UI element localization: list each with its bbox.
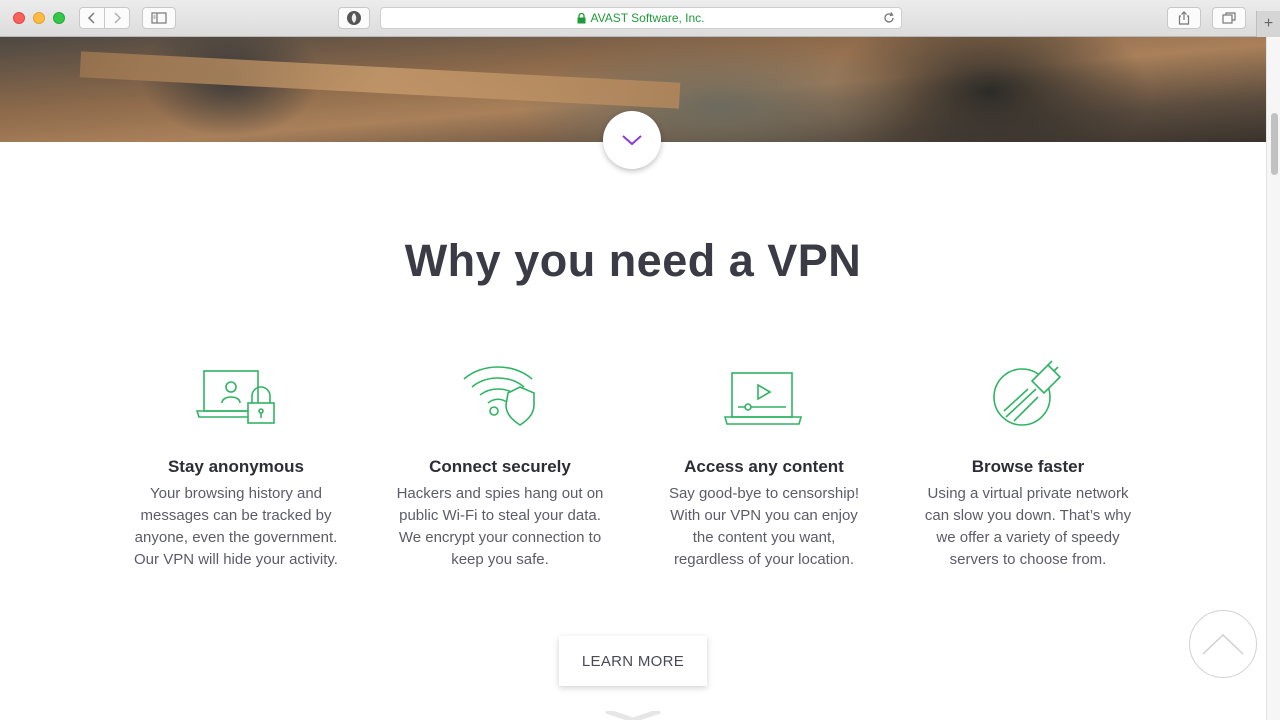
wifi-shield-icon bbox=[463, 366, 535, 426]
avast-extension-icon bbox=[347, 11, 361, 25]
lock-icon bbox=[577, 12, 586, 23]
scroll-down-button[interactable] bbox=[603, 111, 661, 169]
feature-access-any-content: Access any content Say good-bye to censo… bbox=[659, 357, 869, 571]
chevron-up-icon bbox=[1202, 633, 1244, 655]
feature-heading: Stay anonymous bbox=[167, 457, 305, 476]
back-button[interactable] bbox=[79, 7, 105, 29]
url-text: AVAST Software, Inc. bbox=[590, 11, 705, 25]
navigation-buttons bbox=[79, 7, 131, 29]
tabs-icon bbox=[1222, 12, 1236, 24]
address-bar[interactable]: AVAST Software, Inc. bbox=[380, 7, 902, 29]
reload-icon[interactable] bbox=[882, 11, 896, 25]
minimize-window-button[interactable] bbox=[33, 12, 45, 24]
features-list: Stay anonymous Your browsing history and… bbox=[0, 357, 1266, 597]
speed-plug-icon bbox=[993, 360, 1062, 426]
browser-toolbar: AVAST Software, Inc. + bbox=[0, 0, 1280, 37]
feature-heading: Browse faster bbox=[971, 457, 1085, 476]
close-window-button[interactable] bbox=[13, 12, 25, 24]
share-button[interactable] bbox=[1167, 7, 1201, 29]
laptop-play-icon bbox=[724, 372, 803, 425]
sidebar-button[interactable] bbox=[142, 7, 176, 29]
chevron-down-icon bbox=[605, 711, 661, 720]
laptop-lock-icon bbox=[196, 370, 275, 424]
chevron-down-icon bbox=[622, 135, 642, 146]
sidebar-icon bbox=[151, 12, 167, 24]
new-tab-button[interactable]: + bbox=[1256, 11, 1280, 37]
chevron-right-icon bbox=[114, 12, 122, 24]
feature-stay-anonymous: Stay anonymous Your browsing history and… bbox=[131, 357, 341, 571]
feature-text: Hackers and spies hang out on public Wi-… bbox=[396, 485, 604, 568]
scrollbar-thumb[interactable] bbox=[1271, 113, 1278, 175]
feature-text: Say good-bye to censorship! With our VPN… bbox=[668, 485, 860, 568]
forward-button[interactable] bbox=[104, 7, 130, 29]
feature-browse-faster: Browse faster Using a virtual private ne… bbox=[923, 357, 1133, 571]
page-viewport: Why you need a VPN Stay anonymous Your b… bbox=[0, 37, 1266, 720]
learn-more-button[interactable]: LEARN MORE bbox=[559, 636, 707, 686]
page-scrollbar[interactable] bbox=[1266, 37, 1280, 720]
hero-image-detail bbox=[79, 51, 681, 109]
section-title: Why you need a VPN bbox=[404, 235, 862, 286]
feature-heading: Connect securely bbox=[429, 457, 571, 476]
back-to-top-button[interactable] bbox=[1189, 610, 1257, 678]
plus-icon: + bbox=[1263, 15, 1274, 32]
feature-text: Using a virtual private network can slow… bbox=[924, 485, 1132, 568]
feature-heading: Access any content bbox=[684, 457, 844, 476]
zoom-window-button[interactable] bbox=[53, 12, 65, 24]
feature-text: Your browsing history and messages can b… bbox=[134, 485, 338, 568]
extension-button[interactable] bbox=[338, 7, 370, 29]
feature-connect-securely: Connect securely Hackers and spies hang … bbox=[395, 357, 605, 571]
chevron-left-icon bbox=[87, 12, 95, 24]
share-icon bbox=[1178, 11, 1190, 25]
tab-overview-button[interactable] bbox=[1212, 7, 1246, 29]
